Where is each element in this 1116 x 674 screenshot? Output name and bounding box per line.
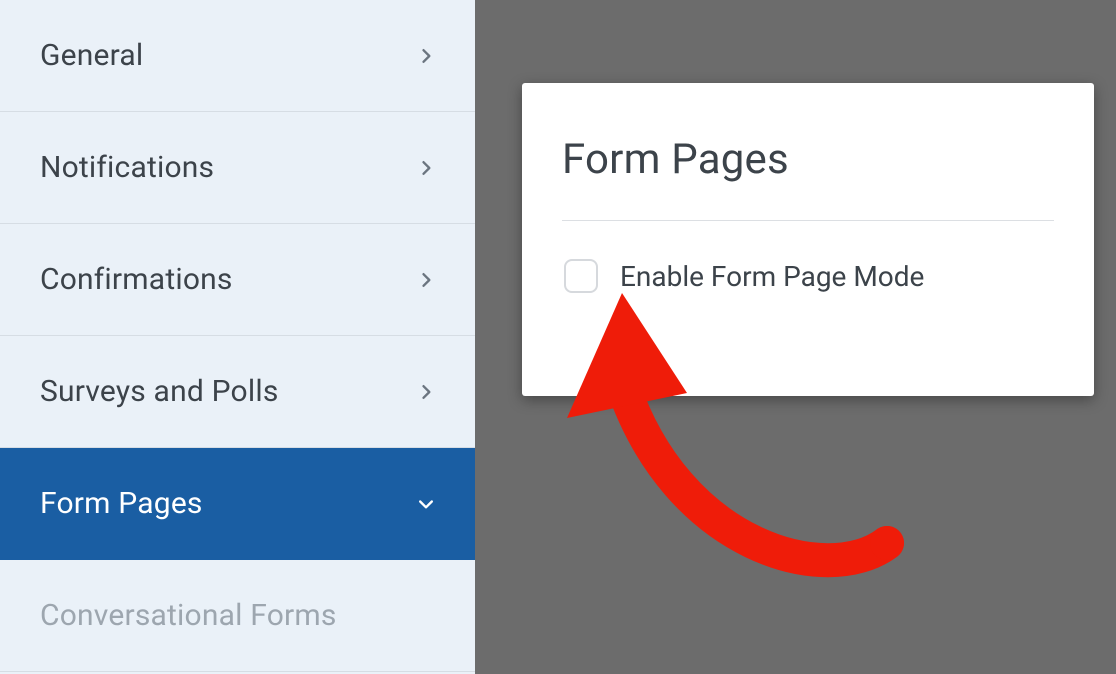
sidebar-item-surveys-and-polls[interactable]: Surveys and Polls xyxy=(0,336,475,448)
enable-form-page-mode-row: Enable Form Page Mode xyxy=(562,259,1054,293)
sidebar-item-conversational-forms[interactable]: Conversational Forms xyxy=(0,560,475,672)
sidebar-item-form-pages[interactable]: Form Pages xyxy=(0,448,475,560)
chevron-right-icon xyxy=(415,269,437,291)
sidebar-item-label: Confirmations xyxy=(40,262,233,297)
chevron-right-icon xyxy=(415,157,437,179)
sidebar-item-general[interactable]: General xyxy=(0,0,475,112)
sidebar-item-label: Conversational Forms xyxy=(40,598,337,633)
sidebar-item-label: Form Pages xyxy=(40,486,203,521)
content-area: Form Pages Enable Form Page Mode xyxy=(475,0,1116,674)
sidebar-item-label: Surveys and Polls xyxy=(40,374,279,409)
chevron-right-icon xyxy=(415,45,437,67)
settings-sidebar: General Notifications Confirmations Surv… xyxy=(0,0,475,674)
sidebar-item-label: General xyxy=(40,38,143,73)
sidebar-item-notifications[interactable]: Notifications xyxy=(0,112,475,224)
enable-form-page-mode-label: Enable Form Page Mode xyxy=(620,260,924,293)
enable-form-page-mode-checkbox[interactable] xyxy=(564,259,598,293)
chevron-right-icon xyxy=(415,381,437,403)
sidebar-item-confirmations[interactable]: Confirmations xyxy=(0,224,475,336)
app-stage: General Notifications Confirmations Surv… xyxy=(0,0,1116,674)
sidebar-item-label: Notifications xyxy=(40,150,214,185)
chevron-down-icon xyxy=(415,493,437,515)
form-pages-panel: Form Pages Enable Form Page Mode xyxy=(522,83,1094,396)
panel-title: Form Pages xyxy=(562,135,1054,184)
panel-divider xyxy=(562,220,1054,221)
